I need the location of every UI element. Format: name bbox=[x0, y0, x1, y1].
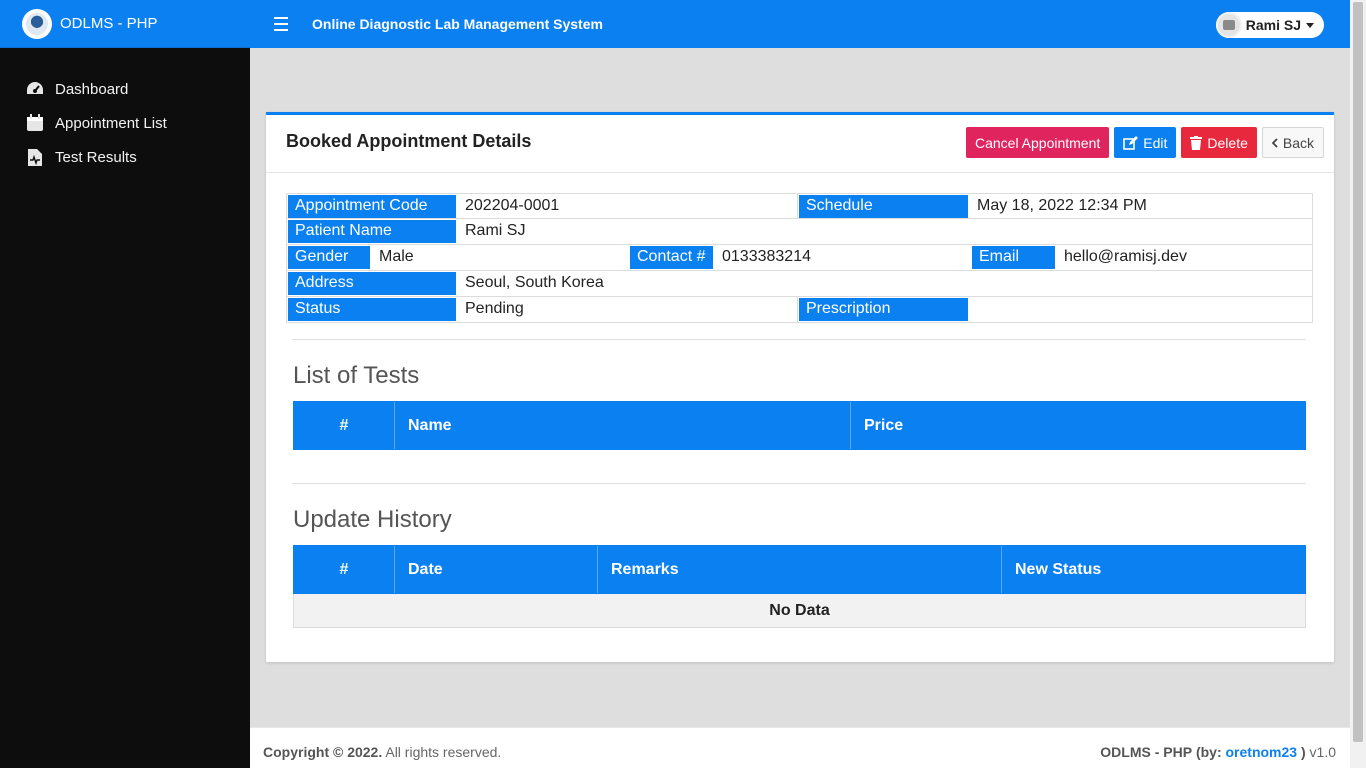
author-link[interactable]: oretnom23 bbox=[1226, 744, 1298, 760]
page-scrollbar[interactable] bbox=[1350, 0, 1366, 768]
sidebar: ODLMS - PHP Dashboard Appointment List T… bbox=[0, 0, 250, 768]
history-table-header: # Date Remarks New Status bbox=[293, 545, 1306, 594]
contact-label: Contact # bbox=[630, 246, 713, 269]
appointment-card: Booked Appointment Details Cancel Appoin… bbox=[266, 112, 1334, 662]
back-button-label: Back bbox=[1282, 134, 1314, 151]
column-header: Date bbox=[395, 546, 598, 593]
prescription-value bbox=[968, 297, 986, 322]
footer: Copyright © 2022. All rights reserved. O… bbox=[250, 727, 1350, 768]
scrollbar-thumb[interactable] bbox=[1353, 2, 1363, 742]
sidebar-item-dashboard[interactable]: Dashboard bbox=[0, 72, 250, 106]
rights-text: All rights reserved. bbox=[385, 744, 502, 760]
tests-section-title: List of Tests bbox=[293, 362, 420, 389]
column-header: Price bbox=[864, 416, 904, 434]
column-header: Name bbox=[395, 402, 851, 449]
topbar: Online Diagnostic Lab Management System … bbox=[250, 0, 1350, 48]
no-data-row: No Data bbox=[293, 594, 1306, 628]
tests-table: # Name Price bbox=[293, 401, 1306, 450]
column-header: New Status bbox=[1015, 560, 1102, 578]
sidebar-item-label: Appointment List bbox=[55, 114, 167, 132]
history-table: # Date Remarks New Status No Data bbox=[293, 545, 1306, 628]
sidebar-nav: Dashboard Appointment List Test Results bbox=[0, 48, 250, 174]
footer-copyright: Copyright © 2022. All rights reserved. bbox=[263, 744, 501, 760]
footer-by-suffix: ) bbox=[1300, 744, 1306, 760]
version-text: v1.0 bbox=[1309, 744, 1336, 760]
footer-credits: ODLMS - PHP (by: oretnom23 ) v1.0 bbox=[1100, 744, 1336, 760]
tests-table-header: # Name Price bbox=[293, 401, 1306, 450]
column-header: # bbox=[294, 546, 395, 593]
back-button[interactable]: Back bbox=[1261, 127, 1324, 158]
brand[interactable]: ODLMS - PHP bbox=[0, 0, 250, 48]
status-label: Status bbox=[288, 298, 456, 321]
dashboard-gauge-icon bbox=[24, 79, 46, 99]
edit-button-label: Edit bbox=[1143, 134, 1168, 151]
details-row: Address Seoul, South Korea bbox=[286, 271, 1313, 297]
sidebar-item-test-results[interactable]: Test Results bbox=[0, 140, 250, 174]
email-label: Email bbox=[972, 246, 1055, 269]
details-row: Patient Name Rami SJ bbox=[286, 219, 1313, 245]
appointment-code-label: Appointment Code bbox=[288, 195, 456, 218]
address-label: Address bbox=[288, 272, 456, 295]
brand-logo bbox=[22, 8, 52, 39]
history-section-title: Update History bbox=[293, 506, 452, 533]
sidebar-item-appointment-list[interactable]: Appointment List bbox=[0, 106, 250, 140]
column-header: # bbox=[294, 402, 395, 449]
delete-button[interactable]: Delete bbox=[1181, 127, 1257, 158]
sidebar-item-label: Test Results bbox=[55, 148, 137, 166]
details-row: Status Pending Prescription bbox=[286, 297, 1313, 323]
footer-by-prefix: (by: bbox=[1195, 744, 1222, 760]
cancel-appointment-button[interactable]: Cancel Appointment bbox=[965, 127, 1110, 158]
details-row: Appointment Code 202204-0001 Schedule Ma… bbox=[286, 193, 1313, 219]
details-row: Gender Male Contact # 0133383214 Email h… bbox=[286, 245, 1313, 271]
appointment-details-table: Appointment Code 202204-0001 Schedule Ma… bbox=[286, 193, 1313, 323]
trash-icon bbox=[1190, 135, 1203, 150]
gender-label: Gender bbox=[288, 246, 370, 269]
menu-toggle-icon[interactable] bbox=[274, 17, 288, 31]
card-actions: Cancel Appointment Edit Delete Back bbox=[965, 127, 1324, 158]
user-menu[interactable]: Rami SJ bbox=[1215, 12, 1324, 38]
sidebar-item-label: Dashboard bbox=[55, 80, 129, 98]
card-header: Booked Appointment Details Cancel Appoin… bbox=[266, 115, 1334, 173]
copyright-text: Copyright © 2022. bbox=[263, 744, 383, 760]
address-value: Seoul, South Korea bbox=[465, 274, 604, 291]
system-title: Online Diagnostic Lab Management System bbox=[312, 16, 603, 32]
user-name: Rami SJ bbox=[1245, 17, 1301, 33]
contact-value: 0133383214 bbox=[722, 248, 811, 265]
brand-title: ODLMS - PHP bbox=[60, 15, 158, 32]
cancel-button-label: Cancel Appointment bbox=[974, 134, 1101, 151]
schedule-label: Schedule bbox=[799, 195, 968, 218]
column-header: Remarks bbox=[598, 546, 1002, 593]
status-value: Pending bbox=[456, 297, 798, 322]
file-medical-icon bbox=[24, 147, 46, 167]
schedule-value: May 18, 2022 12:34 PM bbox=[977, 197, 1147, 214]
patient-name-value: Rami SJ bbox=[465, 222, 526, 239]
prescription-label: Prescription bbox=[799, 298, 968, 321]
card-title: Booked Appointment Details bbox=[286, 131, 532, 151]
edit-icon bbox=[1123, 135, 1139, 150]
email-value: hello@ramisj.dev bbox=[1064, 248, 1187, 265]
calendar-icon bbox=[24, 113, 46, 133]
footer-app-name: ODLMS - PHP bbox=[1100, 744, 1193, 760]
gender-value: Male bbox=[379, 248, 414, 265]
caret-down-icon bbox=[1306, 22, 1314, 28]
appointment-code-value: 202204-0001 bbox=[456, 194, 798, 218]
divider bbox=[292, 339, 1306, 340]
patient-name-label: Patient Name bbox=[288, 220, 456, 243]
avatar bbox=[1215, 12, 1242, 38]
chevron-left-icon bbox=[1271, 137, 1278, 148]
edit-button[interactable]: Edit bbox=[1114, 127, 1177, 158]
divider bbox=[292, 483, 1306, 484]
delete-button-label: Delete bbox=[1207, 134, 1248, 151]
